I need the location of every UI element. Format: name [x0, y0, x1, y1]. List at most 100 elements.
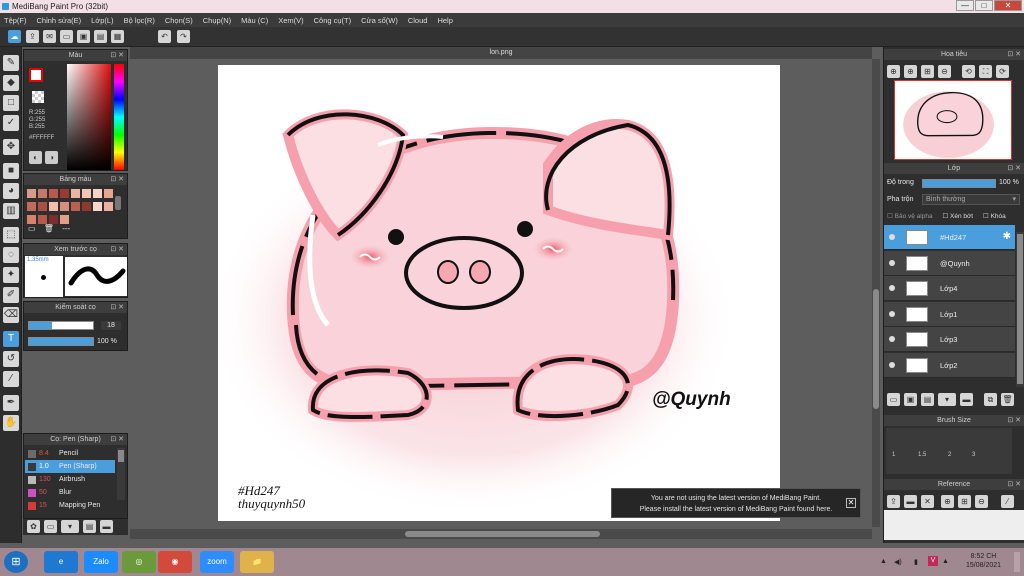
save-icon[interactable]: ▣ [77, 30, 90, 43]
zalo-icon[interactable]: Zalo [84, 551, 118, 573]
new-palette-icon[interactable]: ▭ [28, 224, 36, 233]
volume-icon[interactable]: ◀) [894, 558, 902, 566]
reference-fit-icon[interactable]: ⊞ [958, 495, 971, 508]
menu-view[interactable]: Xem(V) [278, 16, 303, 25]
menu-file[interactable]: Tệp(F) [4, 16, 27, 25]
clipping-checkbox[interactable]: ☐ Xén bớt [942, 213, 973, 220]
layer-item[interactable]: Lớp3 [884, 327, 1015, 353]
fit-icon[interactable]: ⊞ [921, 65, 934, 78]
saturation-value-picker[interactable] [67, 64, 111, 170]
brush-list-item[interactable]: 130 Airbrush [25, 473, 115, 486]
close-button[interactable]: ✕ [994, 0, 1022, 11]
zoom-out-icon[interactable]: ⊖ [938, 65, 951, 78]
select-pen2-icon[interactable]: ✐ [3, 287, 19, 303]
hue-slider[interactable] [114, 64, 124, 170]
dropper-icon[interactable]: ✒ [3, 395, 19, 411]
menu-snap[interactable]: Chụp(N) [203, 16, 231, 25]
eyedropper-icon[interactable]: ⁄ [3, 371, 19, 387]
start-button[interactable]: ⊞ [4, 551, 28, 573]
new-file-icon[interactable]: ▭ [60, 30, 73, 43]
copy-brush-icon[interactable]: ▭ [44, 520, 57, 533]
notice-close-icon[interactable]: ✕ [846, 498, 856, 508]
hand-tool-icon[interactable]: ✋ [3, 415, 19, 431]
undo-icon[interactable]: ↶ [158, 30, 171, 43]
maximize-button[interactable]: □ [975, 0, 993, 11]
brush-trash-icon[interactable]: ▤ [83, 520, 96, 533]
palette-menu[interactable]: --- [62, 224, 70, 233]
merge-layer-icon[interactable]: ⧉ [984, 393, 997, 406]
menu-tools[interactable]: Công cụ(T) [314, 16, 352, 25]
reference-zoom-in-icon[interactable]: ⊕ [941, 495, 954, 508]
upload-icon[interactable]: ⇪ [26, 30, 39, 43]
gradient-tool-icon[interactable]: ▥ [3, 203, 19, 219]
menu-layer[interactable]: Lớp(L) [91, 16, 113, 25]
new-halftone-layer-icon[interactable]: ▣ [904, 393, 917, 406]
minimize-button[interactable]: — [956, 0, 974, 11]
network-icon[interactable]: ▮ [914, 558, 918, 566]
protect-alpha-checkbox[interactable]: ☐ Bảo vệ alpha [887, 213, 933, 220]
zoom-in2-icon[interactable]: ⊕ [904, 65, 917, 78]
layer-settings-icon[interactable]: ✱ [1003, 231, 1011, 242]
palette-mode-icon[interactable]: ◐ [29, 151, 42, 164]
notice-line2[interactable]: Please install the latest version of Med… [612, 504, 860, 515]
visibility-eye-icon[interactable] [889, 285, 895, 292]
brush-folder-icon[interactable]: ▬ [100, 520, 113, 533]
grid-icon[interactable]: ▦ [111, 30, 124, 43]
reference-close-icon[interactable]: ✕ [921, 495, 934, 508]
canvas-vertical-scrollbar[interactable] [872, 59, 880, 527]
layer-item[interactable]: @Quynh [884, 250, 1015, 276]
visibility-eye-icon[interactable] [889, 259, 895, 266]
select-pen-icon[interactable]: ✓ [3, 115, 19, 131]
delete-layer-icon[interactable]: 🗑 [1001, 393, 1014, 406]
brush-list-item[interactable]: 15 Mapping Pen [25, 499, 115, 512]
layer-menu-icon[interactable]: ▾ [938, 393, 956, 406]
reference-area[interactable] [884, 510, 1024, 540]
copy-layer-icon[interactable]: ▤ [921, 393, 934, 406]
reference-open-icon[interactable]: ▬ [904, 495, 917, 508]
palette-swatches[interactable] [26, 188, 114, 227]
layer-opacity-slider[interactable] [922, 179, 996, 188]
brush-size-grid[interactable]: 1 1.5 2 3 [886, 428, 1012, 474]
menu-color[interactable]: Màu (C) [241, 16, 268, 25]
rotate-left-icon[interactable]: ⟲ [962, 65, 975, 78]
viber-icon[interactable]: V [928, 556, 938, 566]
operation-tool-icon[interactable]: ↺ [3, 351, 19, 367]
brush-list-scrollbar[interactable] [117, 448, 125, 500]
comment-icon[interactable]: ✉ [43, 30, 56, 43]
visibility-eye-icon[interactable] [889, 362, 895, 368]
palette-mode2-icon[interactable]: ◑ [45, 151, 58, 164]
ie-icon[interactable]: e [44, 551, 78, 573]
brush-tool-icon[interactable]: ✎ [3, 55, 19, 71]
visibility-eye-icon[interactable] [889, 234, 895, 240]
show-desktop-button[interactable] [1014, 552, 1020, 572]
menu-window[interactable]: Cửa sổ(W) [361, 16, 398, 25]
wifi-icon[interactable]: ▲ [942, 558, 949, 565]
brush-list-item[interactable]: 50 Blur [25, 486, 115, 499]
zoom-in-icon[interactable]: ⊕ [887, 65, 900, 78]
add-brush-icon[interactable]: ✿ [27, 520, 40, 533]
update-notice[interactable]: You are not using the latest version of … [611, 488, 861, 518]
primary-color-swatch[interactable] [29, 68, 43, 82]
new-layer-icon[interactable]: ▭ [887, 393, 900, 406]
fill-tool-icon[interactable]: ◕ [3, 183, 19, 199]
lasso-tool-icon[interactable]: ◌ [3, 247, 19, 263]
brush-size-value[interactable]: 18 [101, 321, 121, 330]
palette-scrollbar[interactable] [115, 196, 121, 210]
blend-mode-select[interactable]: Bình thường ▾ [922, 194, 1020, 205]
layer-item[interactable]: Lớp1 [884, 301, 1015, 327]
canvas-horizontal-scrollbar[interactable] [130, 529, 872, 539]
cloud-icon[interactable]: ☁ [8, 30, 21, 43]
brush-list-item[interactable]: 8.4 Pencil [25, 447, 115, 460]
navigator-thumbnail[interactable] [894, 80, 1012, 160]
menu-edit[interactable]: Chỉnh sửa(E) [37, 16, 82, 25]
reference-upload-icon[interactable]: ⇪ [887, 495, 900, 508]
reference-eyedropper-icon[interactable]: ⁄ [1001, 495, 1014, 508]
delete-palette-icon[interactable]: 🗑 [44, 224, 54, 233]
select-eraser-icon[interactable]: ⌫ [3, 307, 19, 323]
text-tool-icon[interactable]: T [3, 331, 19, 347]
folder-icon[interactable]: 📁 [240, 551, 274, 573]
dot-tool-icon[interactable]: □ [3, 95, 19, 111]
tray-arrow-icon[interactable]: ▲ [880, 558, 887, 565]
menu-filter[interactable]: Bộ lọc(R) [124, 16, 155, 25]
zoom-icon[interactable]: zoom [200, 551, 234, 573]
